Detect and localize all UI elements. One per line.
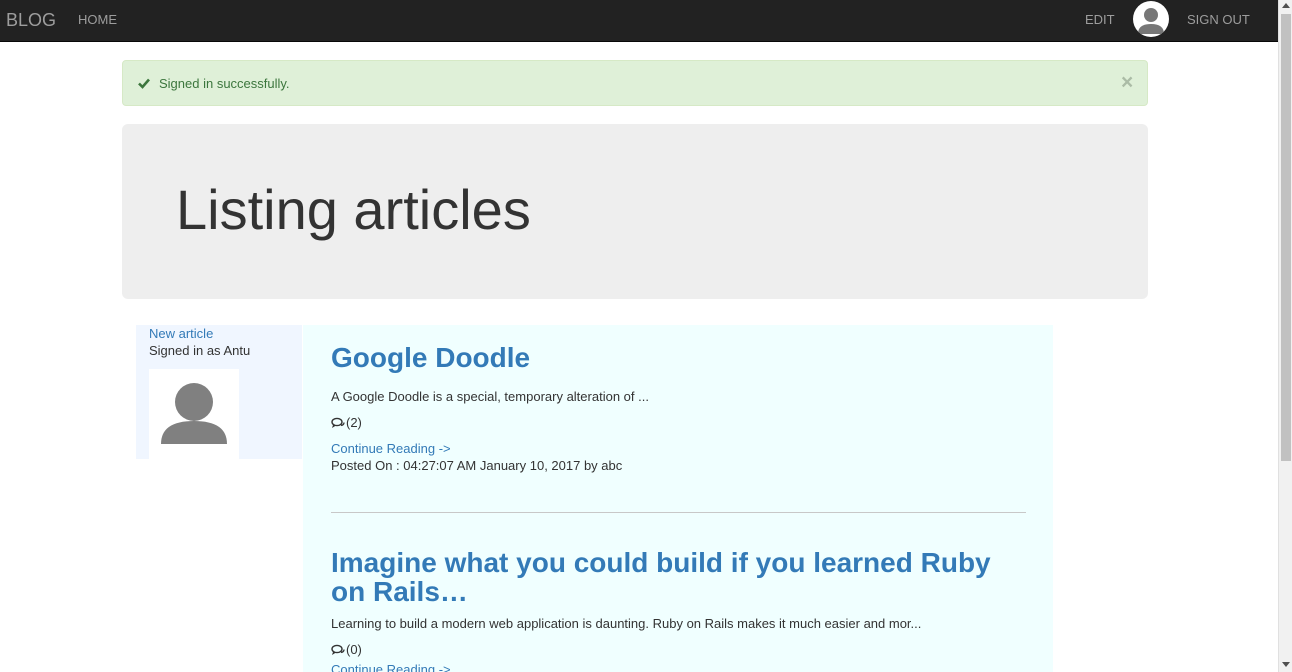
article-item: Imagine what you could build if you lear… [331, 548, 1026, 672]
alert-message: Signed in successfully. [159, 76, 290, 91]
checkmark-icon [137, 76, 151, 90]
page-title: Listing articles [176, 178, 531, 241]
article-divider [331, 512, 1026, 513]
comment-count: (0) [346, 642, 362, 657]
scroll-thumb[interactable] [1281, 14, 1291, 461]
close-icon[interactable]: × [1121, 72, 1133, 93]
article-title-link[interactable]: Imagine what you could build if you lear… [331, 548, 1026, 606]
user-avatar-icon[interactable] [1133, 1, 1169, 37]
profile-avatar-icon [149, 369, 239, 459]
continue-reading-link[interactable]: Continue Reading -> [331, 662, 1026, 672]
continue-reading-link[interactable]: Continue Reading -> [331, 441, 1026, 456]
article-title-link[interactable]: Google Doodle [331, 343, 1026, 372]
signed-in-user-text: Signed in as Antu [149, 343, 251, 358]
success-alert: Signed in successfully. × [122, 60, 1148, 106]
brand-link[interactable]: BLOG [6, 10, 56, 31]
page-header: Listing articles [122, 124, 1148, 299]
comments-icon [331, 644, 345, 656]
nav-home-link[interactable]: HOME [78, 12, 117, 27]
comment-count: (2) [346, 415, 362, 430]
new-article-link[interactable]: New article [149, 326, 213, 341]
sidebar: New article Signed in as Antu [136, 325, 302, 459]
scroll-up-arrow-icon[interactable] [1282, 3, 1290, 8]
scroll-down-arrow-icon[interactable] [1282, 662, 1290, 667]
top-navbar: BLOG HOME EDIT SIGN OUT [0, 0, 1278, 42]
page-scrollbar[interactable] [1278, 0, 1292, 672]
article-excerpt: A Google Doodle is a special, temporary … [331, 389, 649, 404]
comments-icon [331, 417, 345, 429]
article-comments: (0) [331, 642, 1026, 657]
posted-info: Posted On : 04:27:07 AM January 10, 2017… [331, 458, 623, 473]
article-item: Google Doodle A Google Doodle is a speci… [331, 343, 1026, 473]
nav-edit-link[interactable]: EDIT [1085, 12, 1115, 27]
articles-list: Google Doodle A Google Doodle is a speci… [303, 325, 1053, 672]
article-comments: (2) [331, 415, 1026, 430]
article-excerpt: Learning to build a modern web applicati… [331, 616, 922, 631]
nav-sign-out-link[interactable]: SIGN OUT [1187, 12, 1250, 27]
